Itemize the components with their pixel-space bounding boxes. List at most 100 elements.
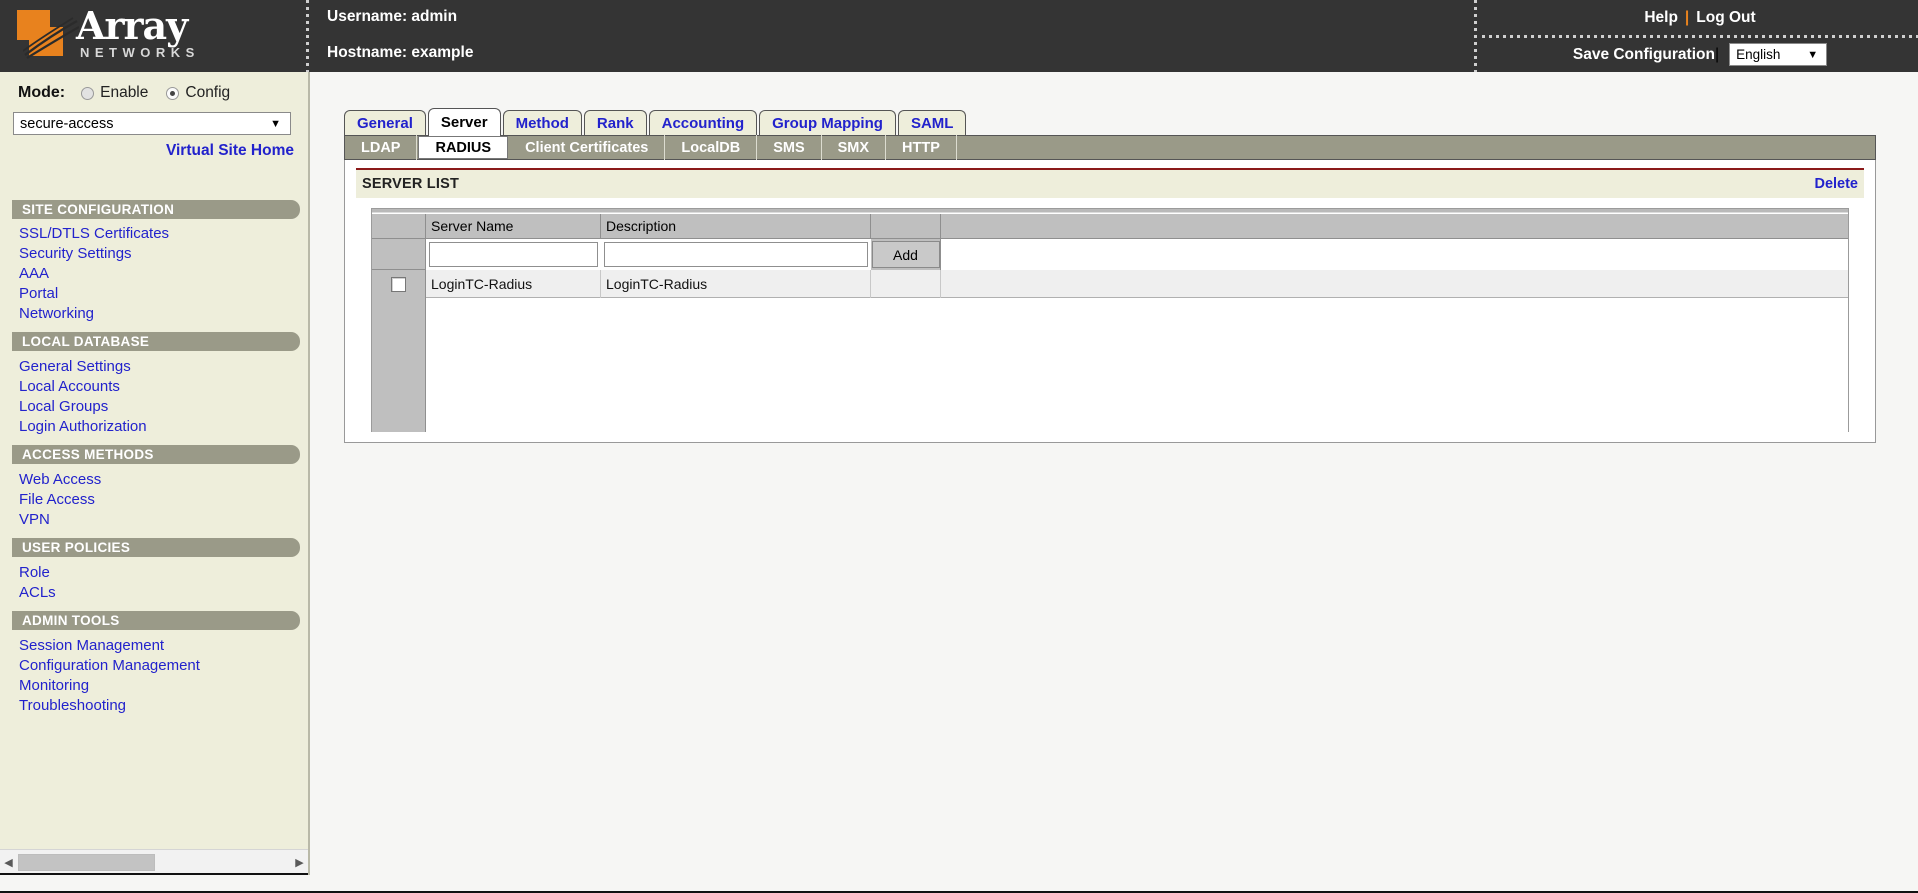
sidebar-item-file-access[interactable]: File Access <box>19 491 95 508</box>
column-header-description: Description <box>601 214 871 239</box>
tab-rank[interactable]: Rank <box>583 110 647 136</box>
mode-option-enable-label: Enable <box>100 84 149 101</box>
username-display: Username: admin <box>327 8 458 25</box>
virtual-site-home-link[interactable]: Virtual Site Home <box>0 142 294 160</box>
row-checkbox[interactable] <box>391 276 406 292</box>
add-button[interactable]: Add <box>871 241 940 268</box>
language-select-value: English <box>1736 47 1781 62</box>
subtab-radius[interactable]: RADIUS <box>418 136 509 159</box>
column-header-server-name: Server Name <box>426 214 601 239</box>
new-row-select-cell <box>372 239 426 270</box>
left-sidebar: Mode: Enable Config secure-access ▼ Virt… <box>0 72 310 875</box>
scroll-right-arrow-icon[interactable]: ▶ <box>291 850 308 875</box>
row-server-name: LoginTC-Radius <box>426 270 601 298</box>
sidebar-horizontal-scrollbar[interactable]: ◀ ▶ <box>0 849 308 875</box>
subtab-http[interactable]: HTTP <box>886 135 957 160</box>
save-configuration-link[interactable]: Save Configuration <box>1573 46 1715 64</box>
virtual-site-select[interactable]: secure-access ▼ <box>13 112 291 135</box>
sidebar-item-monitoring[interactable]: Monitoring <box>19 677 89 694</box>
sidebar-item-role[interactable]: Role <box>19 564 50 581</box>
tab-saml[interactable]: SAML <box>897 110 967 136</box>
language-select[interactable]: English ▼ <box>1729 43 1828 66</box>
table-gutter-column <box>372 298 426 432</box>
subtab-client-certificates[interactable]: Client Certificates <box>509 135 666 160</box>
row-select-cell[interactable] <box>372 270 426 298</box>
chevron-down-icon: ▼ <box>270 117 281 130</box>
hostname-display: Hostname: example <box>327 44 474 61</box>
row-spacer <box>941 270 1848 298</box>
table-empty-body <box>372 298 1848 432</box>
tab-general[interactable]: General <box>344 110 426 136</box>
sidebar-section-site-configuration: SITE CONFIGURATION <box>12 200 300 219</box>
mode-option-config-label: Config <box>185 84 231 101</box>
sidebar-item-vpn[interactable]: VPN <box>19 511 50 528</box>
column-header-action <box>871 214 941 239</box>
help-link[interactable]: Help <box>1644 9 1678 27</box>
sidebar-item-aaa[interactable]: AAA <box>19 265 49 282</box>
sidebar-item-web-access[interactable]: Web Access <box>19 471 101 488</box>
radio-enable-icon[interactable] <box>81 86 95 100</box>
sidebar-item-ssl-dtls-certificates[interactable]: SSL/DTLS Certificates <box>19 225 169 242</box>
sidebar-section-admin-tools: ADMIN TOOLS <box>12 611 300 630</box>
server-list-table: Server Name Description Add LoginTC-Radi… <box>371 208 1849 432</box>
row-action <box>871 270 941 298</box>
sidebar-section-access-methods: ACCESS METHODS <box>12 445 300 464</box>
tab-accounting[interactable]: Accounting <box>648 110 758 136</box>
primary-tab-bar: General Server Method Rank Accounting Gr… <box>344 108 968 136</box>
table-row[interactable]: LoginTC-Radius LoginTC-Radius <box>372 270 1848 298</box>
subtab-sms[interactable]: SMS <box>757 135 822 160</box>
sidebar-section-local-database: LOCAL DATABASE <box>12 332 300 351</box>
new-row-spacer-cell <box>941 239 1848 270</box>
subtab-ldap[interactable]: LDAP <box>345 135 418 160</box>
tab-method[interactable]: Method <box>502 110 582 136</box>
mode-option-enable[interactable]: Enable <box>81 84 148 102</box>
sidebar-item-session-management[interactable]: Session Management <box>19 637 164 654</box>
panel-header: SERVER LIST Delete <box>356 170 1864 198</box>
sidebar-item-security-settings[interactable]: Security Settings <box>19 245 132 262</box>
mode-option-config[interactable]: Config <box>166 84 230 102</box>
sidebar-item-portal[interactable]: Portal <box>19 285 58 302</box>
radio-config-icon[interactable] <box>166 86 180 100</box>
sidebar-bottom-border <box>0 873 308 875</box>
secondary-tab-bar: LDAP RADIUS Client Certificates LocalDB … <box>344 135 1876 160</box>
header-divider-left <box>306 0 309 72</box>
new-row-description-cell <box>601 239 871 270</box>
save-separator: | <box>1714 45 1720 63</box>
top-header-bar: Array NETWORKS Username: admin Hostname:… <box>0 0 1918 72</box>
brand-tagline: NETWORKS <box>80 45 200 60</box>
sidebar-item-networking[interactable]: Networking <box>19 305 94 322</box>
mode-label: Mode: <box>18 84 66 101</box>
description-input[interactable] <box>604 242 868 267</box>
scroll-left-arrow-icon[interactable]: ◀ <box>0 850 17 875</box>
sidebar-item-local-groups[interactable]: Local Groups <box>19 398 108 415</box>
subtab-smx[interactable]: SMX <box>822 135 887 160</box>
sidebar-item-acls[interactable]: ACLs <box>19 584 56 601</box>
header-link-separator: | <box>1684 9 1690 26</box>
delete-link[interactable]: Delete <box>1814 176 1858 192</box>
logout-link[interactable]: Log Out <box>1696 9 1755 27</box>
tab-server[interactable]: Server <box>427 108 501 136</box>
header-divider-right <box>1474 0 1477 72</box>
column-header-spacer <box>941 214 1848 239</box>
table-new-entry-row: Add <box>372 239 1848 270</box>
new-row-action-cell: Add <box>871 239 941 270</box>
array-logo-icon <box>17 10 79 59</box>
brand-name: Array <box>76 3 188 48</box>
table-top-bevel <box>372 209 1848 213</box>
new-row-server-name-cell <box>426 239 601 270</box>
sidebar-item-troubleshooting[interactable]: Troubleshooting <box>19 697 126 714</box>
logo-streak-icon <box>23 17 79 59</box>
sidebar-item-login-authorization[interactable]: Login Authorization <box>19 418 147 435</box>
subtab-localdb[interactable]: LocalDB <box>665 135 758 160</box>
brand-logo[interactable]: Array NETWORKS <box>0 0 318 72</box>
sidebar-item-local-accounts[interactable]: Local Accounts <box>19 378 120 395</box>
scrollbar-thumb[interactable] <box>18 854 155 871</box>
column-header-select <box>372 214 426 239</box>
sidebar-item-general-settings[interactable]: General Settings <box>19 358 131 375</box>
scrollbar-track[interactable] <box>156 850 291 875</box>
table-empty-area <box>426 298 1848 432</box>
tab-group-mapping[interactable]: Group Mapping <box>759 110 896 136</box>
sidebar-item-configuration-management[interactable]: Configuration Management <box>19 657 200 674</box>
header-save-group: Save Configuration | English ▼ <box>1482 37 1918 72</box>
server-name-input[interactable] <box>429 242 598 267</box>
